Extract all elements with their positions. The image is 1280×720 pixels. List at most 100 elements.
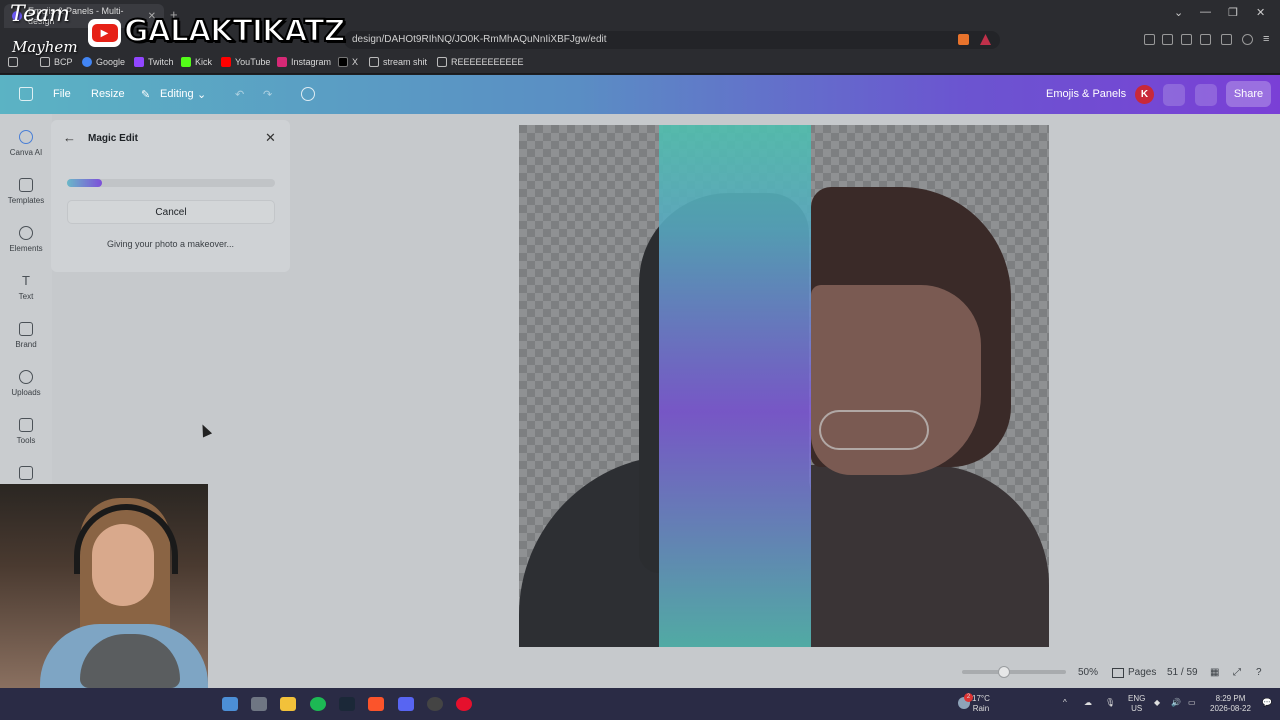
opera-icon[interactable]: [456, 697, 472, 711]
weather-widget[interactable]: 17°C Rain: [972, 694, 990, 714]
language-indicator[interactable]: ENG US: [1128, 694, 1145, 714]
obs-icon[interactable]: [427, 697, 443, 711]
magic-edit-panel: [51, 120, 290, 272]
youtube-logo-icon: ▶: [88, 19, 121, 47]
url-text[interactable]: design/DAHOt9RIhNQ/JO0K-RmMhAQuNnIiXBFJg…: [352, 34, 607, 45]
status-message: Giving your photo a makeover...: [106, 239, 235, 249]
share-button[interactable]: Share: [1226, 81, 1271, 107]
tools-icon: [19, 418, 33, 432]
battery-icon[interactable]: ▭: [1188, 698, 1196, 708]
fullscreen-icon[interactable]: ⤢: [1233, 667, 1241, 678]
folder-icon: [369, 57, 379, 67]
close-window-icon[interactable]: ✕: [1256, 6, 1265, 19]
bookmark-twitch[interactable]: Twitch: [134, 57, 174, 67]
minimize-icon[interactable]: —: [1200, 6, 1211, 18]
comment-icon[interactable]: [1195, 84, 1217, 106]
rail-elements[interactable]: Elements: [0, 226, 52, 253]
resize-button[interactable]: Resize: [91, 88, 125, 100]
leo-ai-icon[interactable]: [1221, 34, 1232, 45]
cloud-sync-icon[interactable]: [301, 87, 315, 101]
notifications-icon[interactable]: 💬: [1262, 698, 1272, 708]
instagram-icon: [277, 57, 287, 67]
youtube-icon: [221, 57, 231, 67]
projects-icon: [19, 466, 33, 480]
x-icon: [338, 57, 348, 67]
design-title[interactable]: Emojis & Panels: [1046, 88, 1126, 100]
puzzle-icon[interactable]: [1162, 34, 1173, 45]
extension-icon[interactable]: [1144, 34, 1155, 45]
text-icon: T: [22, 273, 30, 288]
page-counter: 51 / 59: [1167, 667, 1198, 678]
rail-tools[interactable]: Tools: [0, 418, 52, 445]
brave-shield-icon[interactable]: [958, 34, 969, 45]
help-icon[interactable]: ?: [1256, 667, 1262, 678]
chevron-down-icon[interactable]: ⌄: [197, 88, 206, 101]
avatar[interactable]: K: [1135, 85, 1154, 104]
bookmark-google[interactable]: Google: [82, 57, 125, 67]
redo-icon[interactable]: ↷: [263, 88, 272, 101]
panel-title: Magic Edit: [88, 133, 139, 144]
microphone-icon[interactable]: 🎙: [1105, 698, 1115, 708]
undo-icon[interactable]: ↶: [235, 88, 244, 101]
wallet-icon[interactable]: [1200, 34, 1211, 45]
rail-text[interactable]: T Text: [0, 273, 52, 302]
apps-grid-icon[interactable]: [8, 57, 18, 67]
zoom-slider-track[interactable]: [962, 670, 1066, 674]
home-icon[interactable]: [19, 87, 33, 101]
photos-icon[interactable]: [222, 697, 238, 711]
rail-projects[interactable]: [0, 466, 52, 480]
bookmark-x[interactable]: X: [338, 57, 358, 67]
bookmark-reeee[interactable]: REEEEEEEEEEE: [437, 57, 524, 67]
brave-icon[interactable]: [368, 697, 384, 711]
maximize-icon[interactable]: ❐: [1228, 6, 1238, 19]
clock[interactable]: 8:29 PM 2026-08-22: [1210, 694, 1251, 714]
vpn-icon[interactable]: [1242, 34, 1253, 45]
pages-icon: [1112, 668, 1124, 678]
webcam-overlay: [0, 484, 208, 688]
file-explorer-icon[interactable]: [280, 697, 296, 711]
twitch-icon: [134, 57, 144, 67]
sidebar-icon[interactable]: [1181, 34, 1192, 45]
bookmark-bcp[interactable]: BCP: [40, 57, 73, 67]
rail-canva-ai[interactable]: Canva AI: [0, 130, 52, 157]
channel-name: GALAKTIKATZ: [123, 13, 346, 50]
volume-icon[interactable]: 🔊: [1171, 698, 1181, 708]
rail-uploads[interactable]: Uploads: [0, 370, 52, 397]
file-menu[interactable]: File: [53, 88, 71, 100]
bookmark-instagram[interactable]: Instagram: [277, 57, 331, 67]
grid-view-icon[interactable]: ▦: [1210, 667, 1219, 678]
cloud-icon[interactable]: ☁: [1084, 698, 1092, 708]
bookmark-youtube[interactable]: YouTube: [221, 57, 270, 67]
subject-glasses: [819, 410, 929, 450]
editing-mode-dropdown[interactable]: Editing: [160, 88, 194, 100]
steam-icon[interactable]: [339, 697, 355, 711]
zoom-slider-thumb[interactable]: [998, 666, 1010, 678]
rail-templates[interactable]: Templates: [0, 178, 52, 205]
google-icon: [82, 57, 92, 67]
insights-chart-icon[interactable]: [1163, 84, 1185, 106]
show-hidden-icons-icon[interactable]: ^: [1063, 698, 1067, 708]
menu-icon[interactable]: ≡: [1263, 33, 1269, 45]
pages-button[interactable]: Pages: [1128, 667, 1156, 678]
brand-icon: [19, 322, 33, 336]
close-icon[interactable]: ✕: [265, 130, 276, 146]
back-arrow-icon[interactable]: ←: [63, 130, 76, 145]
bookmark-kick[interactable]: Kick: [181, 57, 212, 67]
design-canvas[interactable]: [519, 125, 1049, 647]
spotify-icon[interactable]: [310, 697, 326, 711]
folder-icon: [40, 57, 50, 67]
bookmark-stream-shit[interactable]: stream shit: [369, 57, 427, 67]
kick-icon: [181, 57, 191, 67]
mayhem-logo-text: Mayhem: [12, 38, 78, 56]
network-icon[interactable]: ◆: [1154, 698, 1160, 708]
canva-ai-icon: [19, 130, 33, 144]
calculator-icon[interactable]: [251, 697, 267, 711]
team-logo-text: Team: [10, 2, 70, 27]
uploads-icon: [19, 370, 33, 384]
discord-icon[interactable]: [398, 697, 414, 711]
tab-search-icon[interactable]: ⌄: [1174, 6, 1183, 19]
cancel-button[interactable]: Cancel: [67, 200, 275, 224]
rail-brand[interactable]: Brand: [0, 322, 52, 349]
folder-icon: [437, 57, 447, 67]
zoom-level[interactable]: 50%: [1078, 667, 1098, 678]
